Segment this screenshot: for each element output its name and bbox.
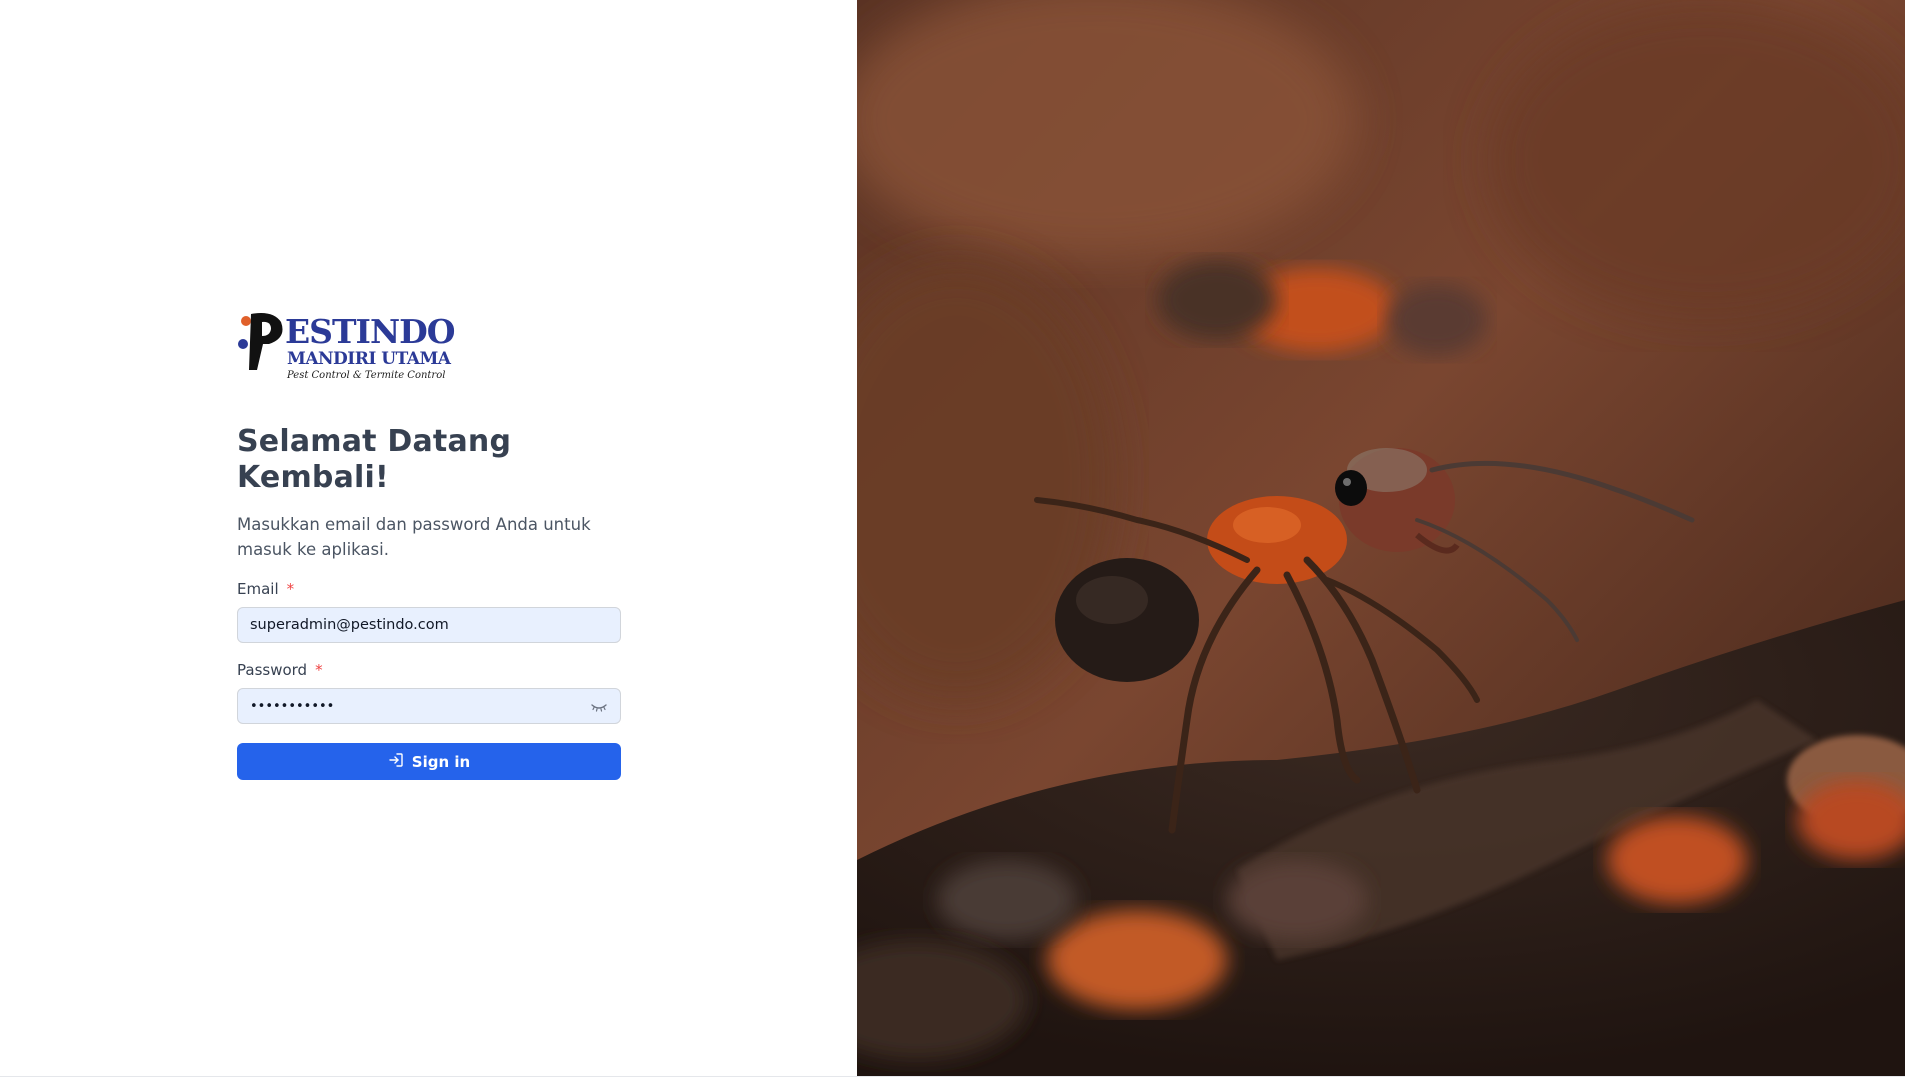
sign-in-label: Sign in (411, 752, 471, 771)
email-field[interactable] (238, 608, 620, 642)
svg-text:Pest Control & Termite Control: Pest Control & Termite Control (286, 370, 445, 381)
svg-text:ESTINDO: ESTINDO (285, 312, 455, 351)
ant-photo (857, 0, 1905, 1076)
password-label-text: Password (237, 661, 308, 679)
password-label: Password * (237, 659, 621, 681)
sign-in-icon (388, 752, 404, 772)
sign-in-button[interactable]: Sign in (237, 743, 621, 780)
login-form-container: ESTINDO MANDIRI UTAMA Pest Control & Ter… (237, 308, 621, 780)
page-title: Selamat Datang Kembali! (237, 424, 512, 495)
email-field-wrapper (237, 607, 621, 643)
page-subtitle: Masukkan email dan password Anda untuk m… (237, 515, 591, 559)
password-field-wrapper (237, 688, 621, 724)
svg-text:MANDIRI UTAMA: MANDIRI UTAMA (287, 349, 452, 369)
email-label: Email * (237, 578, 621, 600)
login-page: ESTINDO MANDIRI UTAMA Pest Control & Ter… (0, 0, 1905, 1077)
login-panel: ESTINDO MANDIRI UTAMA Pest Control & Ter… (0, 0, 857, 1077)
eye-closed-icon[interactable] (590, 698, 608, 716)
email-label-text: Email (237, 580, 279, 598)
company-logo: ESTINDO MANDIRI UTAMA Pest Control & Ter… (237, 308, 465, 384)
email-required-mark: * (286, 580, 295, 598)
password-field[interactable] (238, 689, 620, 723)
password-required-mark: * (315, 661, 323, 679)
